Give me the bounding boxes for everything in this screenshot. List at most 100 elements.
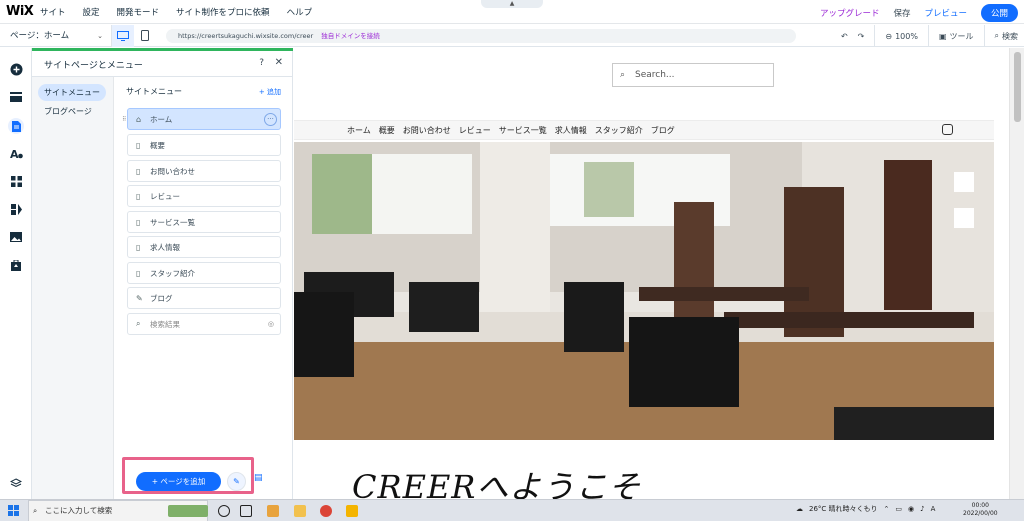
site-url-bar[interactable]: https://creertsukaguchi.wixsite.com/cree…	[166, 28, 796, 43]
cortana-icon[interactable]	[218, 505, 230, 517]
page-icon: ▯	[136, 140, 141, 150]
page-item-reviews[interactable]: ▯ レビュー	[127, 185, 281, 207]
system-tray: ☁ 26°C 晴れ時々くもり ⌃ ▭ ◉ ♪ A	[796, 504, 941, 514]
pages-icon[interactable]	[8, 118, 24, 134]
menu-site[interactable]: サイト	[40, 6, 66, 18]
tray-chevron-icon[interactable]: ⌃	[884, 505, 890, 513]
page-item-jobs[interactable]: ▯ 求人情報	[127, 236, 281, 258]
category-blog-pages[interactable]: ブログページ	[38, 103, 98, 120]
page-item-label: レビュー	[150, 191, 180, 201]
help-icon[interactable]: ?	[259, 58, 264, 68]
layers-icon[interactable]	[9, 476, 23, 490]
search-icon: ⌕	[620, 70, 626, 80]
publish-button[interactable]: 公開	[980, 4, 1018, 22]
page-icon: ▯	[136, 217, 141, 227]
menu-help[interactable]: ヘルプ	[287, 6, 313, 18]
instagram-icon[interactable]	[942, 124, 953, 135]
volume-icon[interactable]: ♪	[920, 505, 924, 513]
more-actions-icon[interactable]: ···	[264, 113, 277, 126]
site-design-icon[interactable]: A	[9, 146, 23, 160]
portfolio-icon[interactable]	[9, 258, 23, 272]
add-menu-item-button[interactable]: + 追加	[259, 87, 281, 97]
add-apps-icon[interactable]	[9, 174, 23, 188]
connect-domain-link[interactable]: 独自ドメインを接続	[321, 32, 380, 40]
desktop-icon	[117, 30, 129, 41]
zoom-icon[interactable]: ⊖	[885, 32, 892, 41]
zoom-level[interactable]: 100%	[895, 32, 918, 41]
windows-taskbar: ⌕ ここに入力して検索 ☁ 26°C 晴れ時々くもり ⌃ ▭ ◉ ♪ A 00:…	[0, 499, 1024, 521]
site-nav-home[interactable]: ホーム	[347, 125, 371, 136]
divider	[874, 25, 876, 47]
chevron-down-icon: ⌄	[97, 31, 103, 40]
add-elements-icon[interactable]	[9, 62, 23, 76]
page-icon: ▯	[136, 268, 141, 278]
media-app-icon[interactable]	[346, 505, 358, 517]
page-item-label: ブログ	[150, 293, 173, 303]
pages-panel: サイトページとメニュー ? ✕ サイトメニュー ブログページ サイトメニュー +…	[32, 48, 293, 499]
page-item-blog[interactable]: ✎ ブログ	[127, 287, 281, 309]
search-icon: ⌕	[136, 319, 141, 328]
site-nav-blog[interactable]: ブログ	[651, 125, 675, 136]
page-item-about[interactable]: ▯ 概要	[127, 134, 281, 156]
search-button[interactable]: 検索	[1002, 31, 1018, 42]
site-nav-about[interactable]: 概要	[379, 125, 395, 136]
tools-icon[interactable]: ▣	[939, 32, 947, 41]
menu-hire-pro[interactable]: サイト制作をプロに依頼	[176, 6, 270, 18]
redo-icon[interactable]: ↷	[858, 32, 865, 41]
app-tray-icon[interactable]: ◉	[908, 505, 914, 513]
clock-date: 2022/00/00	[963, 510, 998, 517]
site-nav-contact[interactable]: お問い合わせ	[403, 125, 451, 136]
site-nav-services[interactable]: サービス一覧	[499, 125, 547, 136]
page-item-services[interactable]: ▯ サービス一覧	[127, 211, 281, 233]
top-actions: アップグレード 保存 プレビュー 公開	[820, 4, 1018, 22]
add-section-icon[interactable]	[9, 90, 23, 104]
menu-dev-mode[interactable]: 開発モード	[117, 6, 160, 18]
undo-icon[interactable]: ↶	[841, 32, 848, 41]
site-nav-reviews[interactable]: レビュー	[459, 125, 491, 136]
weather-text[interactable]: 26°C 晴れ時々くもり	[809, 504, 878, 514]
page-selector-label: ページ：ホーム	[10, 30, 70, 41]
edit-pencil-icon[interactable]: ✎	[227, 472, 246, 491]
file-explorer-icon[interactable]	[294, 505, 306, 517]
canvas-scrollbar[interactable]	[1009, 48, 1024, 499]
mobile-view-button[interactable]	[134, 25, 156, 47]
save-button[interactable]: 保存	[893, 7, 910, 19]
close-icon[interactable]: ✕	[275, 57, 283, 68]
upgrade-link[interactable]: アップグレード	[820, 7, 880, 19]
media-icon[interactable]	[9, 230, 23, 244]
site-nav-staff[interactable]: スタッフ紹介	[595, 125, 643, 136]
menu-settings[interactable]: 設定	[83, 6, 100, 18]
add-page-button[interactable]: + ページを追加	[136, 472, 221, 491]
desktop-view-button[interactable]	[112, 24, 134, 47]
ime-icon[interactable]: A	[931, 505, 936, 513]
page-item-contact[interactable]: ▯ お問い合わせ	[127, 160, 281, 182]
site-nav-jobs[interactable]: 求人情報	[555, 125, 587, 136]
tools-button[interactable]: ツール	[950, 31, 974, 42]
business-tools-icon[interactable]	[9, 202, 23, 216]
page-item-home[interactable]: ⠿ ⌂ ホーム ···	[122, 108, 281, 130]
page-layout-icon[interactable]: ▤	[254, 473, 268, 489]
wix-logo: WiX	[6, 4, 34, 19]
panel-categories: サイトメニュー ブログページ	[32, 77, 114, 499]
search-icon[interactable]: ⌕	[995, 31, 999, 41]
hero-image[interactable]	[294, 142, 994, 440]
divider	[927, 25, 929, 47]
page-selector[interactable]: ページ：ホーム ⌄	[0, 24, 112, 47]
task-view-icon[interactable]	[240, 505, 252, 517]
scrollbar-thumb[interactable]	[1014, 52, 1021, 122]
taskbar-widget-image[interactable]	[168, 505, 208, 517]
preview-button[interactable]: プレビュー	[924, 7, 967, 19]
page-item-search-results[interactable]: ⌕ 検索結果 ◎	[127, 313, 281, 335]
category-site-menu[interactable]: サイトメニュー	[38, 84, 106, 101]
taskbar-clock[interactable]: 00:00 2022/00/00	[963, 502, 998, 518]
chrome-icon[interactable]	[320, 505, 332, 517]
network-icon[interactable]: ▭	[895, 505, 902, 513]
site-search-box[interactable]: ⌕ Search...	[612, 63, 774, 87]
mobile-icon	[141, 30, 149, 41]
page-item-staff[interactable]: ▯ スタッフ紹介	[127, 262, 281, 284]
home-icon: ⌂	[136, 114, 142, 124]
app-icon[interactable]	[267, 505, 279, 517]
drag-handle-icon[interactable]: ⠿	[122, 116, 126, 123]
collapse-toolbar-handle[interactable]: ▲	[481, 0, 543, 8]
windows-start-icon[interactable]	[8, 505, 19, 516]
